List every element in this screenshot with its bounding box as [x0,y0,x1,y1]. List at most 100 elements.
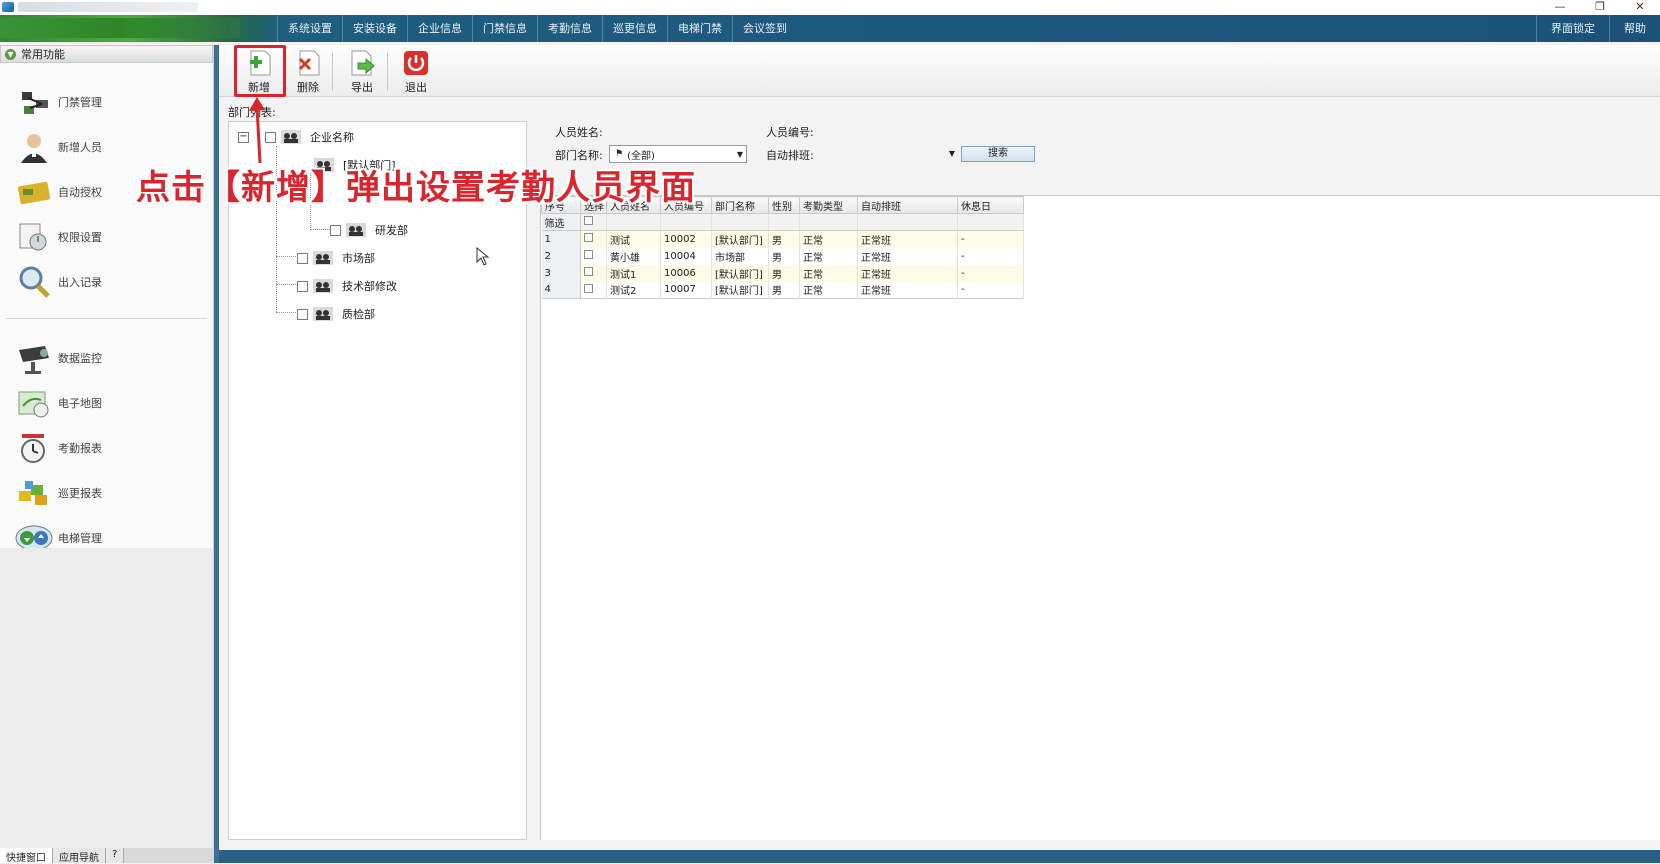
group-icon [313,307,333,321]
select-all-checkbox[interactable] [584,216,593,225]
power-icon [402,49,430,77]
col-header[interactable]: 自动排班 [857,196,958,214]
group-icon [313,251,333,265]
col-header[interactable]: 部门名称 [711,196,769,214]
tree-node-qc[interactable]: 质检部 [297,304,375,324]
annotation-caption: 点击【新增】弹出设置考勤人员界面 [136,168,696,208]
menu-bar: 系统设置 安装设备 企业信息 门禁信息 考勤信息 巡更信息 电梯门禁 会议签到 … [0,15,1660,42]
map-icon [14,385,54,421]
col-header[interactable]: 休息日 [957,196,1024,214]
dropdown-arrow-icon: ▼ [948,149,955,158]
table-row[interactable]: 1 测试 10002 [默认部门] 男 正常 正常班 - [541,230,1024,248]
annotation-arrow-icon [249,97,265,164]
tree-line [276,284,296,285]
col-header[interactable]: 考勤类型 [799,196,858,214]
table-row[interactable]: 3 测试1 10006 [默认部门] 男 正常 正常班 - [541,264,1024,282]
menu-company-info[interactable]: 企业信息 [407,15,472,42]
auto-schedule-label: 自动排班: [766,149,814,162]
toolbar: 新增 删除 导出 退出 [219,45,1660,97]
toolbar-separator [387,53,388,91]
row-checkbox[interactable] [584,250,593,259]
cubes-icon [14,475,54,511]
status-bar [219,850,1660,863]
tab-quick-window[interactable]: 快捷窗口 [0,848,53,864]
sidebar-group-2: 数据监控 电子地图 考勤报表 巡更报表 电梯管理 [6,318,207,568]
export-icon [348,49,376,77]
person-icon [14,129,54,165]
chevron-down-icon: ▼ [5,48,16,60]
menu-install-device[interactable]: 安装设备 [342,15,407,42]
menu-access-info[interactable]: 门禁信息 [472,15,537,42]
tab-app-nav[interactable]: 应用导航 [53,848,106,864]
camera-icon [14,340,54,376]
sidebar-header[interactable]: ▼ 常用功能 [0,45,213,63]
sidebar-item-access-control[interactable]: 门禁管理 [0,79,213,124]
restore-button[interactable]: ❐ [1580,0,1620,15]
window-title-blurred [18,2,198,12]
sidebar-item-access-records[interactable]: 出入记录 [0,259,213,304]
access-control-icon [14,84,54,120]
delete-button[interactable]: 删除 [286,49,330,95]
logo-stripe [0,18,240,38]
row-checkbox[interactable] [584,233,593,243]
menu-patrol-info[interactable]: 巡更信息 [602,15,667,42]
delete-document-icon [294,49,322,77]
toolbar-separator [332,53,333,91]
sidebar-header-label: 常用功能 [21,48,65,61]
sidebar-item-patrol-report[interactable]: 巡更报表 [0,470,207,515]
tree-line [276,256,296,257]
menu-system-settings[interactable]: 系统设置 [277,15,342,42]
tree-node-root[interactable]: 企业名称 [265,127,354,147]
tree-checkbox[interactable] [297,252,308,264]
flag-icon: ⚑ [615,149,624,159]
add-button-highlight [234,45,286,97]
export-button[interactable]: 导出 [340,49,384,95]
tree-checkbox[interactable] [297,308,308,320]
tree-checkbox[interactable] [297,280,308,292]
permissions-icon [14,219,54,255]
table-row[interactable]: 4 测试2 10007 [默认部门] 男 正常 正常班 - [541,281,1024,299]
minimize-button[interactable]: — [1540,0,1580,15]
app-icon [2,2,14,12]
sidebar-item-e-map[interactable]: 电子地图 [0,380,207,425]
tree-line [276,312,296,313]
clock-icon [14,430,54,466]
tree-node-marketing[interactable]: 市场部 [297,248,375,268]
search-button[interactable]: 搜索 [961,146,1035,162]
bottom-tabs: 快捷窗口 应用导航 ? [0,848,214,864]
sidebar-empty-area [0,548,213,850]
tree-node-tech[interactable]: 技术部修改 [297,276,397,296]
group-icon [346,223,366,237]
sidebar-item-attendance-report[interactable]: 考勤报表 [0,425,207,470]
card-icon [14,174,54,210]
close-button[interactable]: ✕ [1620,0,1660,15]
sidebar-item-data-monitor[interactable]: 数据监控 [0,335,207,380]
menu-lock-ui[interactable]: 界面锁定 [1536,15,1609,42]
tree-checkbox[interactable] [330,224,341,236]
col-header[interactable]: 性别 [768,196,800,214]
menu-help[interactable]: 帮助 [1609,15,1660,42]
dropdown-arrow-icon: ▼ [736,150,743,159]
menu-attendance-info[interactable]: 考勤信息 [537,15,602,42]
row-checkbox[interactable] [584,283,593,293]
mouse-cursor-icon [476,247,490,266]
name-label: 人员姓名: [555,126,603,139]
menu-elevator-access[interactable]: 电梯门禁 [667,15,732,42]
tree-line [310,229,330,230]
title-bar: — ❐ ✕ [0,0,1660,15]
auto-schedule-select[interactable]: ▼ [815,145,955,163]
table-row[interactable]: 2 黄小雄 10004 市场部 男 正常 正常班 - [541,247,1024,265]
filter-label: 筛选 [541,213,581,231]
id-label: 人员编号: [766,126,814,139]
group-icon [281,130,301,144]
group-icon [313,279,333,293]
sidebar-item-permissions[interactable]: 权限设置 [0,214,213,259]
exit-button[interactable]: 退出 [394,49,438,95]
magnifier-icon [14,264,54,300]
filter-row: 筛选 [541,213,1024,231]
tree-node-rd[interactable]: 研发部 [330,220,408,240]
row-checkbox[interactable] [584,267,593,276]
menu-meeting-signin[interactable]: 会议签到 [732,15,797,42]
tab-help[interactable]: ? [106,848,125,863]
personnel-table: 序号 选择 人员姓名 人员编号 部门名称 性别 考勤类型 自动排班 休息日 筛选… [541,196,1024,299]
